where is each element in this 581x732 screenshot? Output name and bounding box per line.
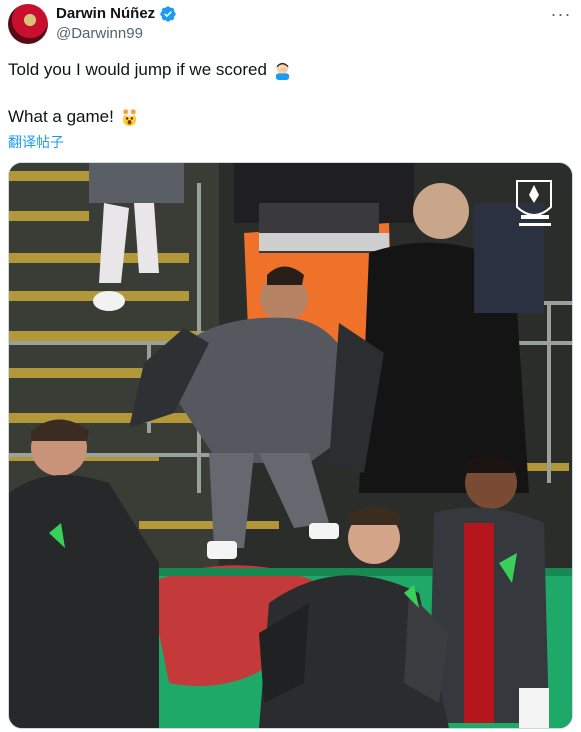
avatar[interactable] <box>8 4 48 44</box>
tweet-line-1: Told you I would jump if we scored <box>8 58 573 82</box>
translate-post-link[interactable]: 翻译帖子 <box>8 133 573 151</box>
name-row: Darwin Núñez <box>56 4 177 24</box>
verified-badge-icon <box>159 5 177 23</box>
author-handle[interactable]: @Darwinn99 <box>56 24 177 44</box>
man-facepalming-emoji-icon <box>273 61 292 80</box>
author-block: Darwin Núñez @Darwinn99 <box>56 4 177 44</box>
display-name[interactable]: Darwin Núñez <box>56 4 155 24</box>
tweet-text: Told you I would jump if we scored What … <box>8 58 573 151</box>
video-frame <box>9 163 572 728</box>
tweet-line-1-text: Told you I would jump if we scored <box>8 60 267 79</box>
more-horizontal-icon[interactable]: ··· <box>549 4 573 24</box>
tweet-line-2: What a game! <box>8 105 573 129</box>
tweet-line-2-text: What a game! <box>8 107 114 126</box>
tweet-card: Darwin Núñez @Darwinn99 ··· Told you I w… <box>0 0 581 732</box>
media-video-still[interactable] <box>8 162 573 729</box>
tweet-header: Darwin Núñez @Darwinn99 ··· <box>8 4 573 48</box>
exploding-head-emoji-icon <box>120 108 139 127</box>
